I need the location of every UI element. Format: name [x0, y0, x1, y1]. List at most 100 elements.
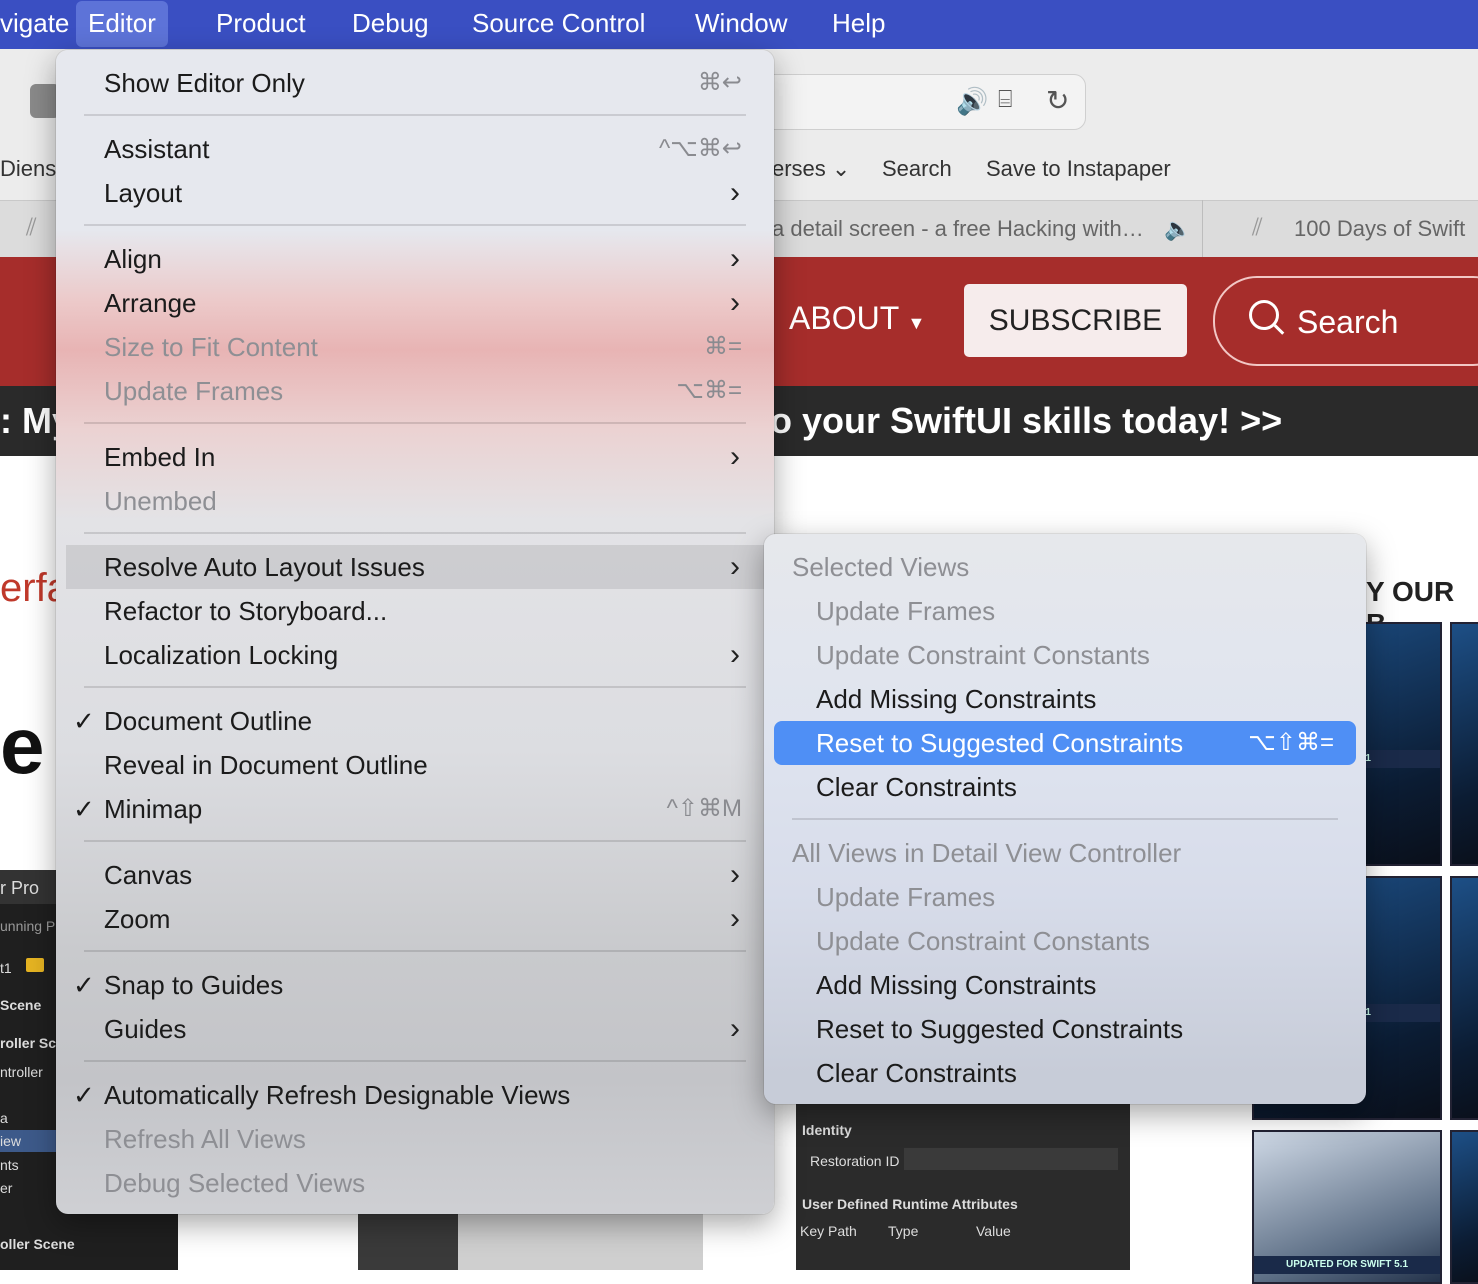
menu-item-layout[interactable]: Layout ›	[56, 171, 774, 215]
ide-canvas-fragment	[458, 1214, 703, 1270]
menu-item-label: Guides	[104, 1014, 187, 1044]
col-key-path: Key Path	[800, 1223, 857, 1239]
menu-item-shortcut: ⌥⌘=	[676, 377, 742, 404]
menu-item-shortcut: ⌘↩	[697, 69, 742, 96]
menu-item-auto-refresh-designable-views[interactable]: ✓ Automatically Refresh Designable Views	[56, 1073, 774, 1117]
chevron-right-icon: ›	[730, 242, 740, 275]
menu-item-label: Minimap	[104, 794, 203, 824]
menu-item-refactor-to-storyboard[interactable]: Refactor to Storyboard...	[56, 589, 774, 633]
translate-icon[interactable]: ⌸	[998, 86, 1012, 114]
menu-item-document-outline[interactable]: ✓ Document Outline	[56, 699, 774, 743]
submenu-section-label: Selected Views	[792, 552, 970, 582]
menu-item-label: Zoom	[104, 904, 171, 934]
ide-line: roller Sc	[0, 1035, 57, 1051]
chevron-down-icon: ⌄	[831, 156, 851, 181]
bookmark-instapaper[interactable]: Save to Instapaper	[986, 156, 1171, 182]
hws-logo-icon: ⫽	[26, 214, 37, 241]
menu-separator	[84, 114, 746, 116]
menu-item-reveal-in-document-outline[interactable]: Reveal in Document Outline	[56, 743, 774, 787]
menu-debug[interactable]: Debug	[340, 0, 441, 49]
menu-item-debug-selected-views: Debug Selected Views	[56, 1161, 774, 1205]
menu-item-show-editor-only[interactable]: Show Editor Only ⌘↩	[56, 61, 774, 105]
menu-editor[interactable]: Editor	[76, 1, 168, 47]
bookmark-courses[interactable]: erses ⌄	[772, 156, 850, 182]
reload-icon[interactable]: ↻	[1046, 84, 1069, 117]
menu-item-label: Reset to Suggested Constraints	[816, 728, 1184, 758]
restoration-id-field[interactable]	[904, 1148, 1118, 1170]
menu-item-assistant[interactable]: Assistant ^⌥⌘↩	[56, 127, 774, 171]
menu-item-label: Update Frames	[816, 882, 996, 912]
book-cover[interactable]: UPDATED FOR SWIFT 5.1	[1252, 1130, 1442, 1284]
submenu-item-all-reset-to-suggested-constraints[interactable]: Reset to Suggested Constraints	[764, 1007, 1366, 1051]
menu-item-guides[interactable]: Guides ›	[56, 1007, 774, 1051]
menu-item-label: Document Outline	[104, 706, 313, 736]
article-title-fragment: e	[0, 701, 45, 790]
book-cover[interactable]	[1450, 622, 1478, 866]
checkmark-icon: ✓	[73, 794, 95, 824]
menu-item-canvas[interactable]: Canvas ›	[56, 853, 774, 897]
menu-item-snap-to-guides[interactable]: ✓ Snap to Guides	[56, 963, 774, 1007]
menu-item-label: Arrange	[104, 288, 197, 318]
submenu-item-all-clear-constraints[interactable]: Clear Constraints	[764, 1051, 1366, 1095]
menu-item-arrange[interactable]: Arrange ›	[56, 281, 774, 325]
menu-item-label: Layout	[104, 178, 183, 208]
chevron-right-icon: ›	[730, 902, 740, 935]
menu-separator	[792, 818, 1338, 820]
editor-menu: Show Editor Only ⌘↩ Assistant ^⌥⌘↩ Layou…	[56, 50, 774, 1214]
bookmark-diens[interactable]: Diens	[0, 156, 56, 182]
menu-navigate[interactable]: vigate	[0, 0, 81, 49]
menu-item-minimap[interactable]: ✓ Minimap ^⇧⌘M	[56, 787, 774, 831]
submenu-section-all-views: All Views in Detail View Controller	[764, 831, 1366, 875]
submenu-item-clear-constraints[interactable]: Clear Constraints	[764, 765, 1366, 809]
bookmark-search[interactable]: Search	[882, 156, 952, 182]
nav-about[interactable]: ABOUT ▼	[789, 300, 925, 337]
chevron-right-icon: ›	[730, 858, 740, 891]
tab-divider	[1202, 200, 1203, 257]
menu-item-zoom[interactable]: Zoom ›	[56, 897, 774, 941]
submenu-section-selected-views: Selected Views	[764, 545, 1366, 589]
menu-item-localization-locking[interactable]: Localization Locking ›	[56, 633, 774, 677]
menu-item-label: Size to Fit Content	[104, 332, 318, 362]
menu-item-align[interactable]: Align ›	[56, 237, 774, 281]
site-search-button[interactable]: Search	[1213, 276, 1478, 366]
menu-item-shortcut: ⌥⇧⌘=	[1248, 729, 1334, 756]
menu-help[interactable]: Help	[820, 0, 897, 49]
book-cover[interactable]	[1450, 1130, 1478, 1284]
ide-line: r Pro	[0, 878, 40, 898]
inspector-runtime-attrs-heading: User Defined Runtime Attributes	[802, 1196, 1018, 1212]
book-cover[interactable]	[1450, 876, 1478, 1120]
chevron-right-icon: ›	[730, 176, 740, 209]
menu-product[interactable]: Product	[204, 0, 318, 49]
ide-line: unning Pr	[0, 918, 60, 934]
checkmark-icon: ✓	[73, 706, 95, 736]
ide-line: ntroller	[0, 1064, 43, 1080]
col-type: Type	[888, 1223, 919, 1239]
menu-item-label: Add Missing Constraints	[816, 970, 1097, 1000]
ide-line: iew	[0, 1133, 22, 1149]
checkmark-icon: ✓	[73, 1080, 95, 1110]
submenu-item-all-add-missing-constraints[interactable]: Add Missing Constraints	[764, 963, 1366, 1007]
menu-item-label: Canvas	[104, 860, 193, 890]
speaker-icon[interactable]: 🔊	[956, 86, 988, 117]
menu-item-label: Resolve Auto Layout Issues	[104, 552, 425, 582]
ide-inspector-fragment: Identity Restoration ID User Defined Run…	[796, 1104, 1130, 1270]
menu-separator	[84, 840, 746, 842]
submenu-item-add-missing-constraints[interactable]: Add Missing Constraints	[764, 677, 1366, 721]
col-value: Value	[976, 1223, 1011, 1239]
menu-item-label: Unembed	[104, 486, 217, 516]
subscribe-button[interactable]: SUBSCRIBE	[964, 284, 1187, 357]
ide-line: a	[0, 1110, 8, 1126]
menu-window[interactable]: Window	[683, 0, 799, 49]
tab-100-days[interactable]: 100 Days of Swift	[1294, 216, 1465, 242]
submenu-item-reset-to-suggested-constraints[interactable]: Reset to Suggested Constraints ⌥⇧⌘=	[774, 721, 1356, 765]
ide-line: er	[0, 1180, 13, 1196]
ide-line: oller Scene	[0, 1236, 75, 1252]
checkmark-icon: ✓	[73, 970, 95, 1000]
folder-icon	[26, 958, 44, 972]
menu-item-embed-in[interactable]: Embed In ›	[56, 435, 774, 479]
tab-audio-icon[interactable]: 🔈	[1164, 216, 1191, 242]
menu-source-control[interactable]: Source Control	[460, 0, 657, 49]
submenu-section-label: All Views in Detail View Controller	[792, 838, 1182, 868]
tab-detail-screen[interactable]: a detail screen - a free Hacking with…	[772, 216, 1144, 242]
menu-item-resolve-auto-layout-issues[interactable]: Resolve Auto Layout Issues ›	[66, 545, 764, 589]
